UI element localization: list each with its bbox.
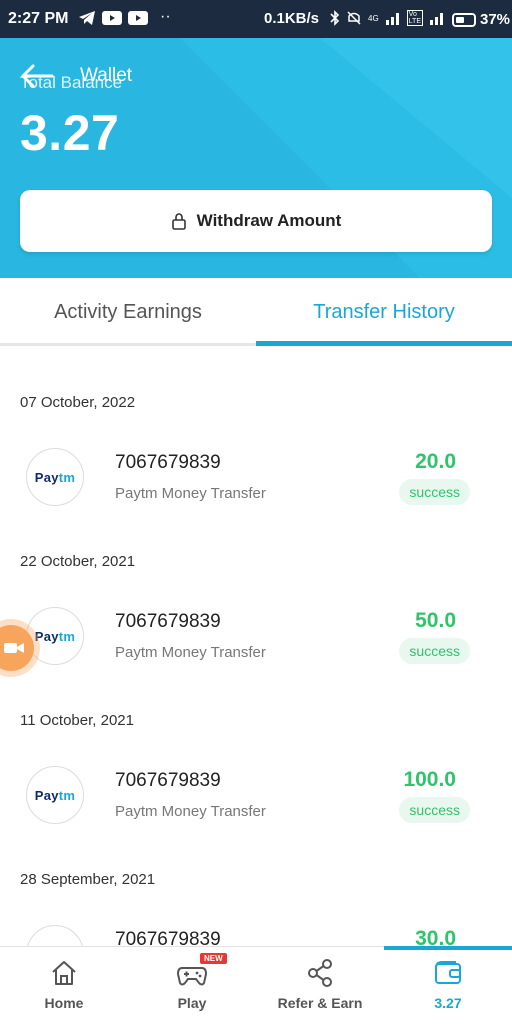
battery-icon (452, 12, 476, 27)
paytm-logo-pay-text: Pay (34, 787, 59, 803)
transaction-date: 07 October, 2022 (20, 394, 136, 411)
transaction-date: 28 September, 2021 (20, 871, 156, 888)
back-arrow-icon[interactable] (20, 64, 54, 88)
lock-icon (171, 213, 186, 230)
paytm-logo-tm-text: tm (58, 628, 76, 644)
paytm-logo (26, 925, 84, 946)
transaction-status-badge: success (399, 797, 470, 823)
transaction-amount: 100.0 (403, 768, 456, 791)
transaction-phone: 7067679839 (115, 770, 221, 791)
paytm-logo-tm-text: tm (58, 469, 76, 485)
home-icon (52, 961, 76, 985)
volte-label: Vo LTE (406, 10, 423, 26)
transaction-group: 11 October, 2021 Paytm 7067679839 Paytm … (0, 664, 512, 824)
network-speed: 0.1KB/s (264, 10, 320, 27)
mute-icon (347, 11, 361, 25)
bottom-navigation: Home NEW Play Refer & Earn 3.27 (0, 946, 512, 1024)
battery-indicator: 37% (452, 11, 510, 28)
nav-home[interactable]: Home (0, 947, 128, 1024)
share-icon (308, 959, 332, 987)
transaction-date: 22 October, 2021 (20, 553, 136, 570)
status-time: 2:27 PM (8, 10, 69, 27)
status-more-dots: ·· (160, 8, 171, 25)
youtube-icon (128, 11, 148, 25)
paytm-logo: Paytm (26, 766, 84, 824)
paytm-logo-pay-text: Pay (34, 469, 59, 485)
transaction-group: 28 September, 2021 7067679839 30.0 (0, 823, 512, 946)
wallet-icon (435, 961, 461, 984)
history-tabs: Activity Earnings Transfer History (0, 278, 512, 346)
withdraw-amount-button[interactable]: Withdraw Amount (20, 190, 492, 252)
nav-play[interactable]: NEW Play (128, 947, 256, 1024)
transaction-group: 22 October, 2021 Paytm 7067679839 Paytm … (0, 505, 512, 665)
video-camera-icon (4, 643, 24, 653)
nav-wallet[interactable]: 3.27 (384, 946, 512, 1024)
paytm-logo: Paytm (26, 607, 84, 665)
telegram-icon (79, 11, 95, 25)
notification-icons (78, 10, 148, 26)
status-bar: 2:27 PM ·· 0.1KB/s 4G Vo LTE 37% (0, 0, 512, 38)
transaction-type: Paytm Money Transfer (115, 644, 266, 661)
transaction-group: 07 October, 2022 Paytm 7067679839 Paytm … (0, 346, 512, 506)
nav-home-label: Home (44, 995, 84, 1011)
system-icons: 4G Vo LTE (330, 10, 445, 26)
nav-refer-earn[interactable]: Refer & Earn (256, 947, 384, 1024)
paytm-logo-pay-text: Pay (34, 628, 59, 644)
withdraw-amount-label: Withdraw Amount (196, 211, 342, 230)
transaction-status-badge: success (399, 638, 470, 664)
transaction-status-badge: success (399, 479, 470, 505)
transfer-history-list[interactable]: 07 October, 2022 Paytm 7067679839 Paytm … (0, 346, 512, 946)
page-title: Wallet (80, 65, 133, 86)
wallet-header: Total Balance Wallet 3.27 Withdraw Amoun… (0, 38, 512, 278)
transaction-amount: 20.0 (415, 450, 456, 473)
transaction-amount: 30.0 (415, 927, 456, 946)
paytm-logo: Paytm (26, 448, 84, 506)
transaction-phone: 7067679839 (115, 611, 221, 632)
transaction-phone: 7067679839 (115, 452, 221, 473)
tab-activity-earnings[interactable]: Activity Earnings (0, 278, 256, 346)
nav-refer-earn-label: Refer & Earn (277, 995, 363, 1011)
signal-icon (429, 13, 443, 25)
battery-percent: 37% (480, 11, 511, 28)
new-badge: NEW (200, 953, 227, 964)
transaction-phone: 7067679839 (115, 929, 221, 946)
tab-transfer-history[interactable]: Transfer History (256, 278, 512, 346)
nav-play-label: Play (177, 995, 207, 1011)
transaction-amount: 50.0 (415, 609, 456, 632)
transaction-type: Paytm Money Transfer (115, 485, 266, 502)
youtube-icon (102, 11, 122, 25)
network-type-label: 4G (368, 13, 379, 23)
paytm-logo-tm-text: tm (58, 787, 76, 803)
total-balance-value: 3.27 (20, 105, 120, 161)
signal-icon (385, 13, 399, 25)
bluetooth-icon (330, 10, 340, 26)
transaction-type: Paytm Money Transfer (115, 803, 266, 820)
transaction-date: 11 October, 2021 (20, 712, 134, 729)
nav-wallet-label: 3.27 (434, 995, 462, 1011)
